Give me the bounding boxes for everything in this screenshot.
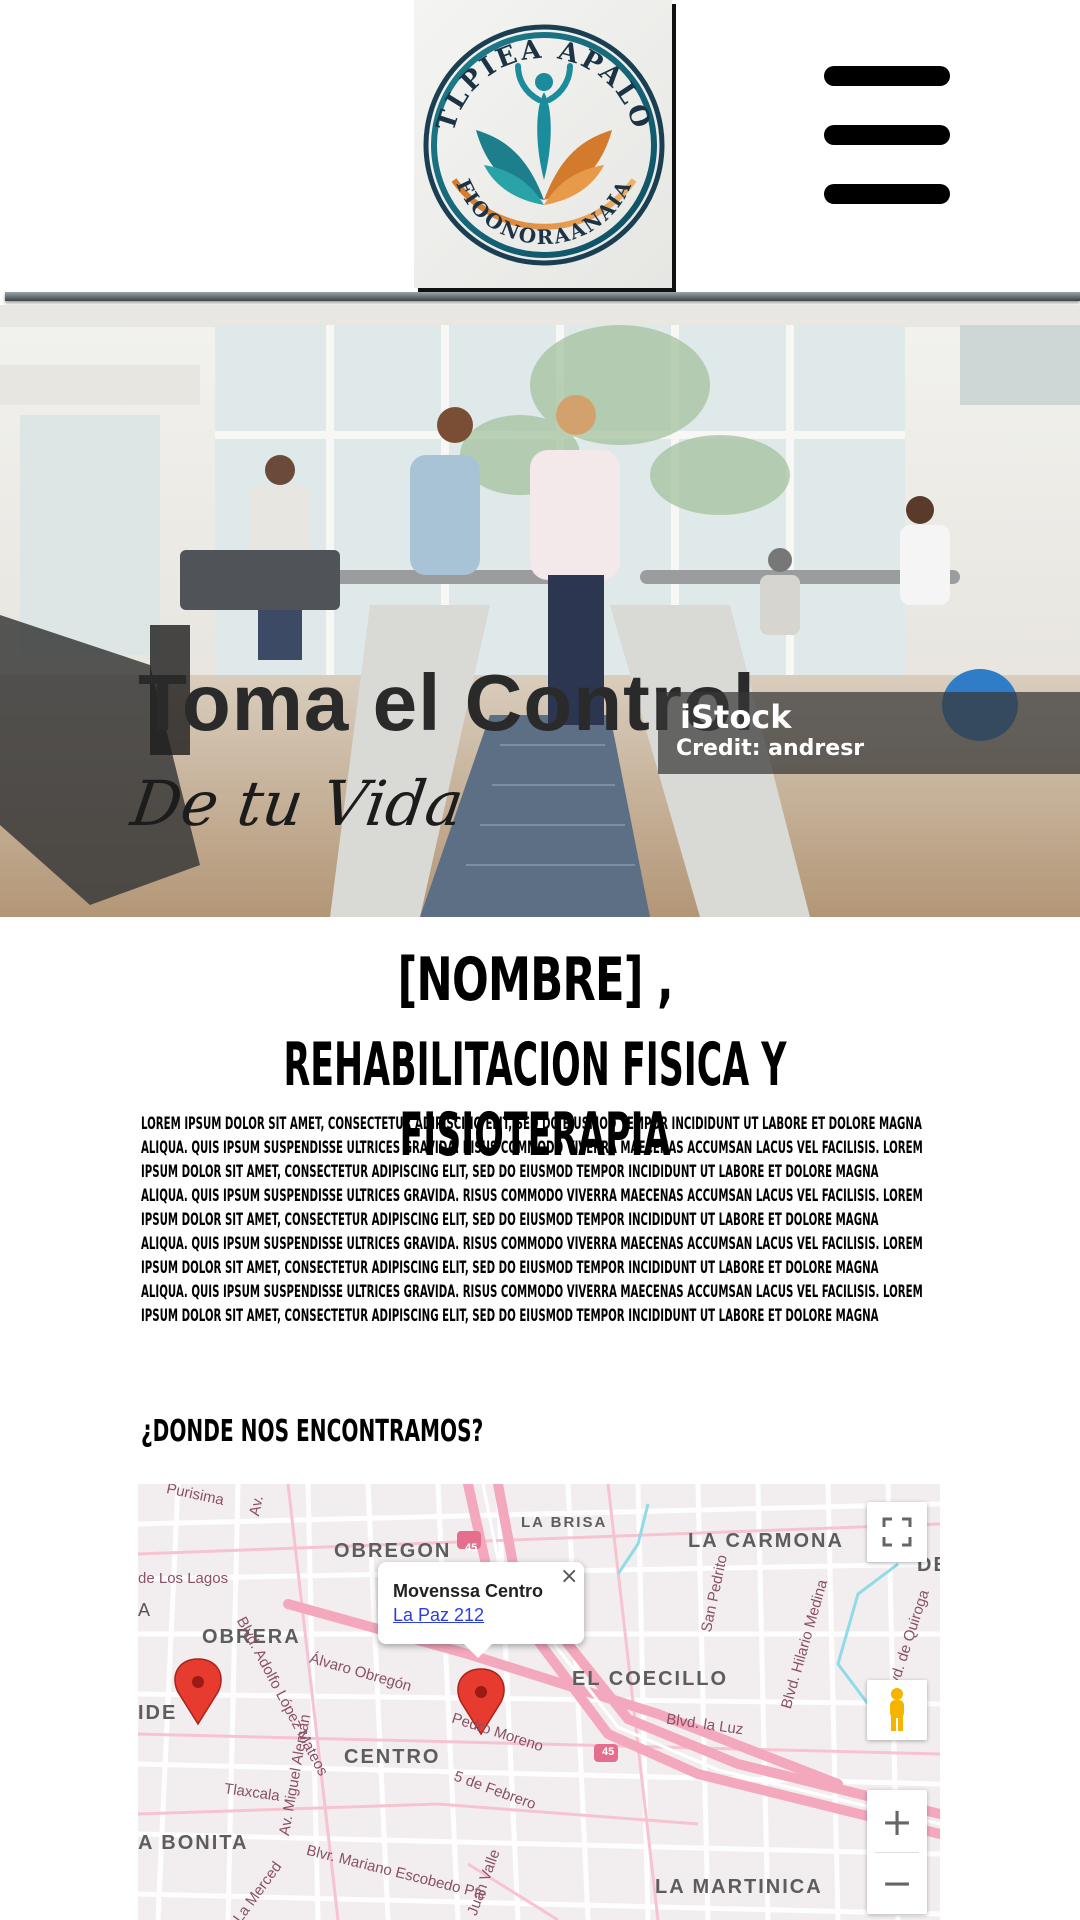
zoom-controls: + −	[867, 1790, 927, 1914]
logo-emblem-icon: TLPIEA APALO FIOONORAANAIA	[423, 24, 665, 266]
map-info-window: Movenssa Centro La Paz 212 ×	[378, 1562, 584, 1658]
svg-text:FIOONORAANAIA: FIOONORAANAIA	[451, 175, 636, 249]
photo-credit: Credit: andresr	[676, 736, 865, 761]
map-label-ide: IDE	[138, 1702, 178, 1724]
pegman-icon[interactable]	[867, 1680, 927, 1740]
map-label-la-carmona: LA CARMONA	[688, 1530, 844, 1552]
map-label-la-martinica: LA MARTINICA	[655, 1876, 823, 1898]
stock-credit-overlay: iStock Credit: andresr	[658, 692, 1080, 774]
logo-bottom-text: FIOONORAANAIA	[451, 175, 634, 249]
hero-subtitle: De tu Vida	[126, 767, 468, 840]
hamburger-menu-icon[interactable]	[820, 66, 950, 212]
logo[interactable]: TLPIEA APALO FIOONORAANAIA	[414, 0, 672, 288]
street-de-los-lagos: de Los Lagos	[138, 1570, 229, 1587]
location-map[interactable]: OBREGON 45 45 LA BRISA LA CARMONA DE OBR…	[138, 1484, 940, 1920]
map-label-centro: CENTRO	[344, 1746, 441, 1768]
highway-shield-2: 45	[602, 1746, 615, 1758]
business-name: [NOMBRE] ,	[397, 945, 673, 1015]
map-label-la-brisa: LA BRISA	[521, 1514, 608, 1531]
close-icon[interactable]: ×	[560, 1564, 578, 1589]
fullscreen-icon[interactable]	[867, 1502, 927, 1562]
stock-brand: iStock	[680, 698, 792, 736]
map-label-obregon: OBREGON	[334, 1540, 452, 1562]
hero-section: Toma el Control De tu Vida iStock Credit…	[0, 305, 1080, 917]
zoom-in-icon[interactable]: +	[867, 1792, 927, 1852]
location-heading: ¿DONDE NOS ENCONTRAMOS?	[141, 1414, 484, 1449]
street-a: A	[138, 1600, 151, 1620]
info-window-title: Movenssa Centro	[393, 1581, 544, 1601]
info-window-address-link[interactable]: La Paz 212	[393, 1605, 484, 1626]
map-label-el-coecillo: EL COECILLO	[572, 1668, 729, 1690]
map-label-a-bonita: A BONITA	[138, 1832, 249, 1854]
site-header: TLPIEA APALO FIOONORAANAIA	[0, 0, 1080, 305]
header-divider	[5, 292, 1080, 301]
intro-paragraph: Lorem ipsum dolor sit amet, consectetur …	[141, 1114, 923, 1326]
zoom-out-icon[interactable]: −	[867, 1853, 927, 1913]
highway-shield: 45	[465, 1542, 478, 1554]
